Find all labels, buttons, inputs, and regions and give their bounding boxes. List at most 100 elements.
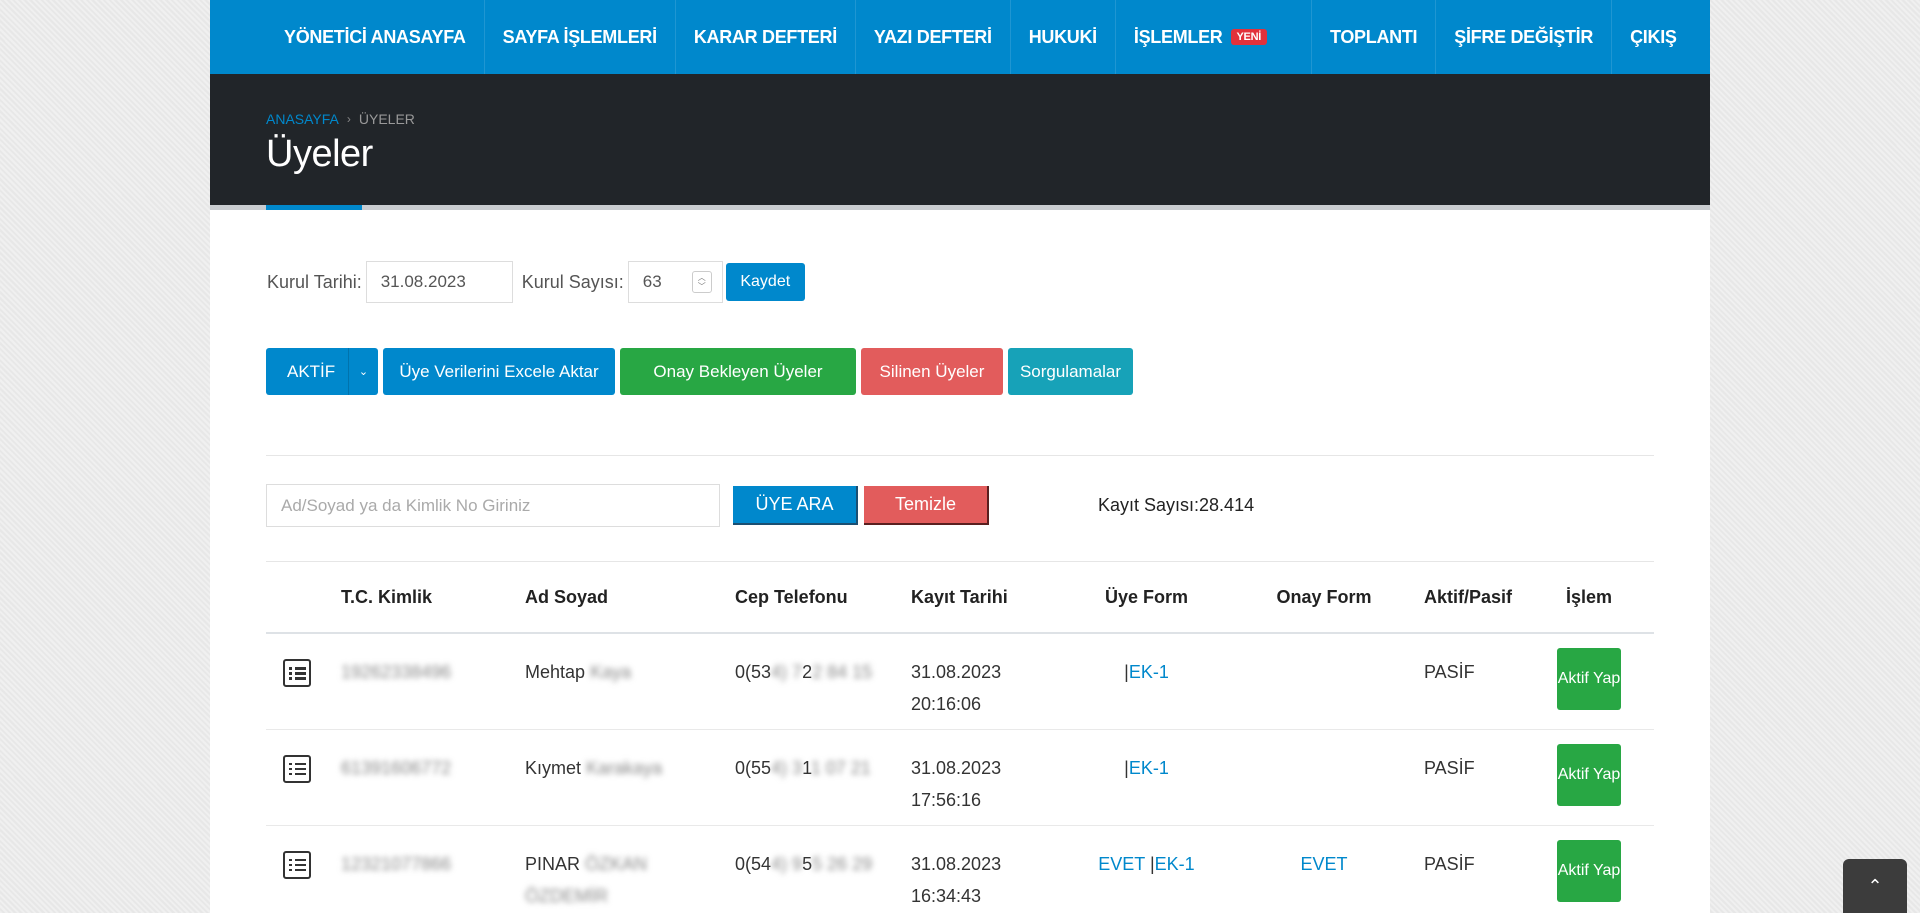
tc-number: 19262338496 (341, 662, 452, 682)
search-input[interactable]: Ad/Soyad ya da Kimlik No Giriniz (266, 484, 720, 527)
column-header-member-form: Üye Form (1069, 562, 1224, 634)
kurul-date-value: 31.08.2023 (380, 272, 466, 291)
phone-masked: 4) 7 (771, 662, 803, 682)
phone-part: 2 (802, 662, 813, 682)
main-content: Kurul Tarihi: 31.08.2023 Kurul Sayısı: 6… (210, 261, 1710, 913)
kurul-count-value: 63 (642, 272, 662, 291)
register-date: 31.08.2023 (911, 662, 1002, 682)
table-row: 12321077866 PINAR ÖZKAN ÖZDEMİR 0(544) 95… (266, 825, 1654, 913)
action-buttons: AKTİF ⌄ Üye Verilerini Excele Aktar Onay… (266, 348, 1654, 395)
scroll-to-top-button[interactable]: ⌃ (1843, 859, 1907, 913)
page-header: ANASAYFA › ÜYELER Üyeler (210, 74, 1710, 210)
approval-form-link[interactable]: EVET (1300, 854, 1347, 874)
members-table: T.C. Kimlik Ad Soyad Cep Telefonu Kayıt … (266, 562, 1654, 913)
breadcrumb: ANASAYFA › ÜYELER (266, 74, 1710, 127)
kurul-date-label: Kurul Tarihi: (267, 271, 362, 292)
nav-label: ÇIKIŞ (1630, 26, 1677, 47)
nav-item-logout[interactable]: ÇIKIŞ (1612, 0, 1695, 74)
status-dropdown-button[interactable]: AKTİF ⌄ (266, 348, 378, 395)
phone-part: 1 (802, 757, 811, 778)
save-button[interactable]: Kaydet (725, 263, 805, 301)
search-member-button[interactable]: ÜYE ARA (733, 486, 858, 525)
nav-label: HUKUKİ (1028, 26, 1098, 47)
ek1-link[interactable]: EK-1 (1155, 854, 1195, 874)
table-header-row: T.C. Kimlik Ad Soyad Cep Telefonu Kayıt … (266, 562, 1654, 634)
kurul-count-stepper[interactable]: 63 ︿ ﹀ (627, 261, 723, 303)
chevron-down-icon[interactable]: ⌄ (348, 348, 378, 395)
table-row: 61391606772 Kıymet Karakaya 0(554) 311 0… (266, 729, 1654, 826)
clear-button[interactable]: Temizle (864, 486, 989, 525)
list-details-icon[interactable] (283, 754, 311, 783)
status-text: PASİF (1424, 662, 1475, 682)
register-time: 20:16:06 (911, 694, 982, 714)
phone-masked: 1 07 21 (810, 757, 871, 778)
nav-item-admin-home[interactable]: YÖNETİCİ ANASAYFA (266, 0, 485, 74)
nav-label: ŞİFRE DEĞİŞTİR (1454, 26, 1594, 47)
last-name-second: ÖZDEMİR (525, 885, 608, 906)
nav-item-meeting[interactable]: TOPLANTI (1312, 0, 1437, 74)
phone-part: 0(55 (735, 757, 772, 778)
first-name: Kıymet (525, 757, 582, 778)
column-header-icon (266, 562, 341, 634)
column-header-action: İşlem (1524, 562, 1654, 634)
status-text: PASİF (1424, 853, 1475, 874)
queries-button[interactable]: Sorgulamalar (1008, 348, 1133, 395)
search-placeholder: Ad/Soyad ya da Kimlik No Giriniz (281, 495, 531, 515)
record-count: Kayıt Sayısı:28.414 (1098, 495, 1255, 515)
nav-item-page-operations[interactable]: SAYFA İŞLEMLERİ (485, 0, 676, 74)
nav-item-decision-book[interactable]: KARAR DEFTERİ (676, 0, 856, 74)
chevron-right-icon: › (346, 112, 351, 126)
breadcrumb-home-link[interactable]: ANASAYFA (266, 111, 339, 127)
page-title: Üyeler (266, 133, 373, 175)
tc-number: 61391606772 (341, 757, 452, 778)
phone-masked: 4) 3 (771, 757, 803, 778)
list-details-icon[interactable] (283, 850, 311, 879)
nav-item-legal[interactable]: HUKUKİ (1011, 0, 1116, 74)
ek1-link[interactable]: EK-1 (1129, 662, 1169, 682)
spinner-arrows-icon[interactable]: ︿ ﹀ (691, 271, 712, 293)
phone-part: 5 (802, 853, 813, 874)
breadcrumb-current: ÜYELER (358, 111, 415, 127)
search-bar: Ad/Soyad ya da Kimlik No Giriniz ÜYE ARA… (266, 484, 1654, 527)
ek1-link[interactable]: EK-1 (1129, 758, 1169, 778)
phone-part: 0(53 (735, 662, 772, 682)
tc-number: 12321077866 (341, 853, 452, 874)
nav-label: KARAR DEFTERİ (693, 26, 837, 47)
table-row: 19262338496 Mehtap Kaya 0(534) 722 84 15… (266, 633, 1654, 730)
activate-button[interactable]: Aktif Yap (1557, 648, 1621, 710)
pending-members-button[interactable]: Onay Bekleyen Üyeler (620, 348, 856, 395)
nav-item-change-password[interactable]: ŞİFRE DEĞİŞTİR (1436, 0, 1613, 74)
activate-button[interactable]: Aktif Yap (1557, 839, 1621, 902)
activate-button[interactable]: Aktif Yap (1557, 743, 1621, 806)
register-time: 16:34:43 (911, 885, 982, 906)
nav-item-letter-book[interactable]: YAZI DEFTERİ (856, 0, 1011, 74)
first-name: Mehtap (525, 662, 586, 682)
nav-label: TOPLANTI (1329, 26, 1418, 47)
status-text: PASİF (1424, 757, 1475, 778)
last-name: Kaya (590, 662, 632, 682)
last-name: ÖZKAN (585, 853, 648, 874)
list-details-icon[interactable] (283, 659, 311, 687)
new-badge: YENİ (1230, 29, 1267, 45)
page-container: YÖNETİCİ ANASAYFA SAYFA İŞLEMLERİ KARAR … (210, 0, 1710, 913)
nav-item-operations[interactable]: İŞLEMLER YENİ (1116, 0, 1312, 74)
register-date: 31.08.2023 (911, 757, 1002, 778)
export-excel-button[interactable]: Üye Verilerini Excele Aktar (383, 348, 615, 395)
nav-label: İŞLEMLER (1133, 26, 1223, 47)
register-time: 17:56:16 (911, 789, 982, 810)
deleted-members-button[interactable]: Silinen Üyeler (861, 348, 1003, 395)
register-date: 31.08.2023 (911, 853, 1002, 874)
phone-masked: 2 84 15 (812, 662, 873, 682)
kurul-date-field[interactable]: 31.08.2023 (365, 261, 513, 303)
column-header-date: Kayıt Tarihi (911, 562, 1069, 634)
nav-label: YÖNETİCİ ANASAYFA (284, 26, 466, 47)
member-form-yes-link[interactable]: EVET (1098, 854, 1145, 874)
top-navigation: YÖNETİCİ ANASAYFA SAYFA İŞLEMLERİ KARAR … (210, 0, 1710, 74)
nav-label: SAYFA İŞLEMLERİ (502, 26, 658, 47)
column-header-phone: Cep Telefonu (735, 562, 911, 634)
last-name: Karakaya (586, 757, 663, 778)
chevron-up-icon: ⌃ (1867, 875, 1883, 896)
phone-part: 0(54 (735, 853, 772, 874)
header-accent-bar (266, 205, 362, 210)
kurul-count-label: Kurul Sayısı: (521, 271, 624, 292)
